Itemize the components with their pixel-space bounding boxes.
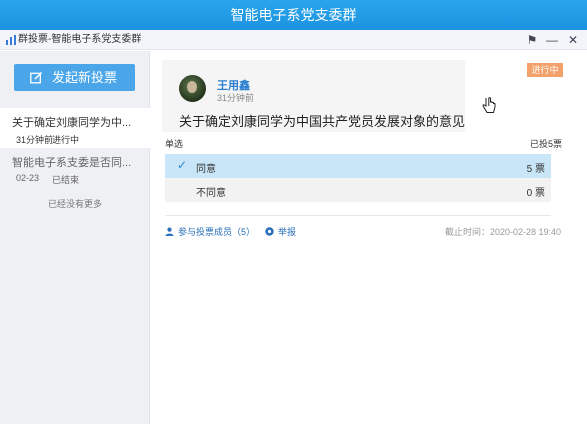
option-agree[interactable]: ✓ 同意 5 票 <box>165 154 551 178</box>
vote-title: 关于确定刘康同学为中国共产党员发展对象的意见 <box>179 114 466 129</box>
deadline-text: 截止时间：2020-02-28 19:40 <box>445 227 562 237</box>
vote-toolbar: 群投票-智能电子系党支委群 ⚑ — ✕ <box>0 30 587 50</box>
vote-list-item-status: 进行中 <box>52 135 80 145</box>
vote-list-item-title: 智能电子系支委是否同... <box>12 157 132 169</box>
avatar[interactable] <box>179 75 206 102</box>
vote-list-item-title: 关于确定刘康同学为中... <box>12 117 132 129</box>
option-votes: 5 票 <box>526 164 545 175</box>
vote-sidebar: 发起新投票 关于确定刘康同学为中... 31分钟前 进行中 智能电子系支委是否同… <box>0 51 150 424</box>
participants-link-label: 参与投票成员（5） <box>178 227 256 237</box>
user-icon <box>165 227 174 236</box>
status-badge: 进行中 <box>527 63 563 77</box>
toolbar-title: 群投票-智能电子系党支委群 <box>18 34 142 45</box>
option-label: 同意 <box>196 164 216 175</box>
minimize-button[interactable]: — <box>544 32 560 48</box>
vote-list-item-time: 31分钟前 <box>16 135 54 145</box>
new-vote-button[interactable]: 发起新投票 <box>14 64 135 91</box>
vote-header-card: 王用鑫 31分钟前 关于确定刘康同学为中国共产党员发展对象的意见 <box>162 60 465 132</box>
report-link-label: 举报 <box>278 227 297 237</box>
divider <box>165 215 551 216</box>
check-icon: ✓ <box>177 158 188 172</box>
pin-button[interactable]: ⚑ <box>524 32 540 48</box>
option-label: 不同意 <box>196 188 226 199</box>
report-link[interactable]: 举报 <box>265 225 296 238</box>
option-disagree[interactable]: 不同意 0 票 <box>165 178 551 202</box>
report-icon <box>265 227 274 236</box>
vote-detail: 王用鑫 31分钟前 关于确定刘康同学为中国共产党员发展对象的意见 进行中 单选 … <box>151 51 587 424</box>
new-vote-label: 发起新投票 <box>52 70 118 85</box>
participants-link[interactable]: 参与投票成员（5） <box>165 225 255 238</box>
avatar-face <box>187 81 197 93</box>
vote-list-item[interactable]: 智能电子系支委是否同... 02-23 已结束 <box>0 148 150 188</box>
bar-chart-icon <box>6 35 16 45</box>
vote-list-item-time: 02-23 <box>16 173 40 183</box>
hand-cursor-icon <box>482 97 496 113</box>
vote-type-label: 单选 <box>165 139 184 149</box>
edit-icon <box>30 71 43 84</box>
vote-list-item-active[interactable]: 关于确定刘康同学为中... 31分钟前 进行中 <box>0 108 150 148</box>
vote-list-item-status: 已结束 <box>52 175 80 185</box>
post-time: 31分钟前 <box>217 93 255 103</box>
vote-count-label: 已投5票 <box>530 139 563 149</box>
close-button[interactable]: ✕ <box>565 32 581 48</box>
no-more-text: 已经没有更多 <box>47 199 102 209</box>
option-votes: 0 票 <box>526 188 545 199</box>
window-title-bar: 智能电子系党支委群 <box>0 0 587 30</box>
window-title: 智能电子系党支委群 <box>230 7 357 23</box>
